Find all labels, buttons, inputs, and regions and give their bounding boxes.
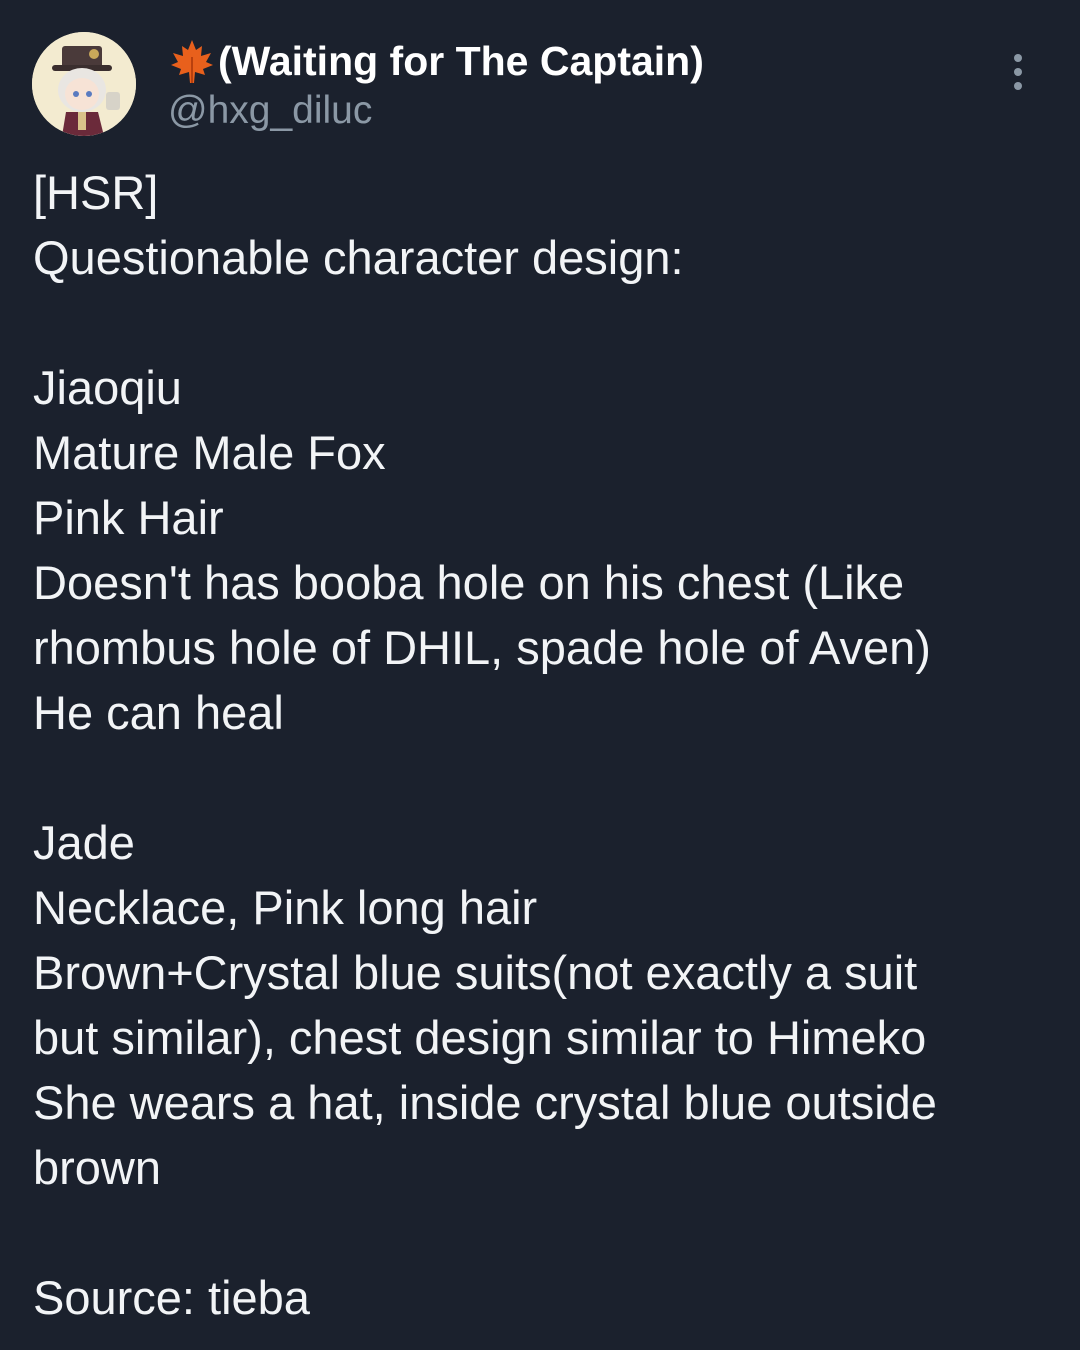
post-line: [HSR] <box>33 166 159 219</box>
author-names: (Waiting for The Captain) @hxg_diluc <box>168 36 704 136</box>
more-options-icon[interactable] <box>1006 54 1030 94</box>
post-line: Jiaoqiu <box>33 361 182 414</box>
author-display-name[interactable]: (Waiting for The Captain) <box>168 36 704 86</box>
post-line: She wears a hat, inside crystal blue out… <box>33 1076 937 1129</box>
display-name-text: (Waiting for The Captain) <box>218 38 704 84</box>
avatar[interactable] <box>32 32 136 136</box>
post-line: He can heal <box>33 686 284 739</box>
post-line: Jade <box>33 816 135 869</box>
post-line: but similar), chest design similar to Hi… <box>33 1011 927 1064</box>
post-line: Brown+Crystal blue suits(not exactly a s… <box>33 946 918 999</box>
maple-leaf-icon <box>168 37 216 85</box>
author-handle[interactable]: @hxg_diluc <box>168 86 704 136</box>
post-line: rhombus hole of DHIL, spade hole of Aven… <box>33 621 931 674</box>
post-text: [HSR] Questionable character design: Jia… <box>33 160 1050 1330</box>
post-line: Mature Male Fox <box>33 426 386 479</box>
post-line: Doesn't has booba hole on his chest (Lik… <box>33 556 905 609</box>
post-line: Source: tieba <box>33 1271 310 1324</box>
post-line: Necklace, Pink long hair <box>33 881 538 934</box>
post-header: (Waiting for The Captain) @hxg_diluc <box>32 32 1048 138</box>
post-line: brown <box>33 1141 162 1194</box>
post-line: Questionable character design: <box>33 231 684 284</box>
post-line: Pink Hair <box>33 491 224 544</box>
